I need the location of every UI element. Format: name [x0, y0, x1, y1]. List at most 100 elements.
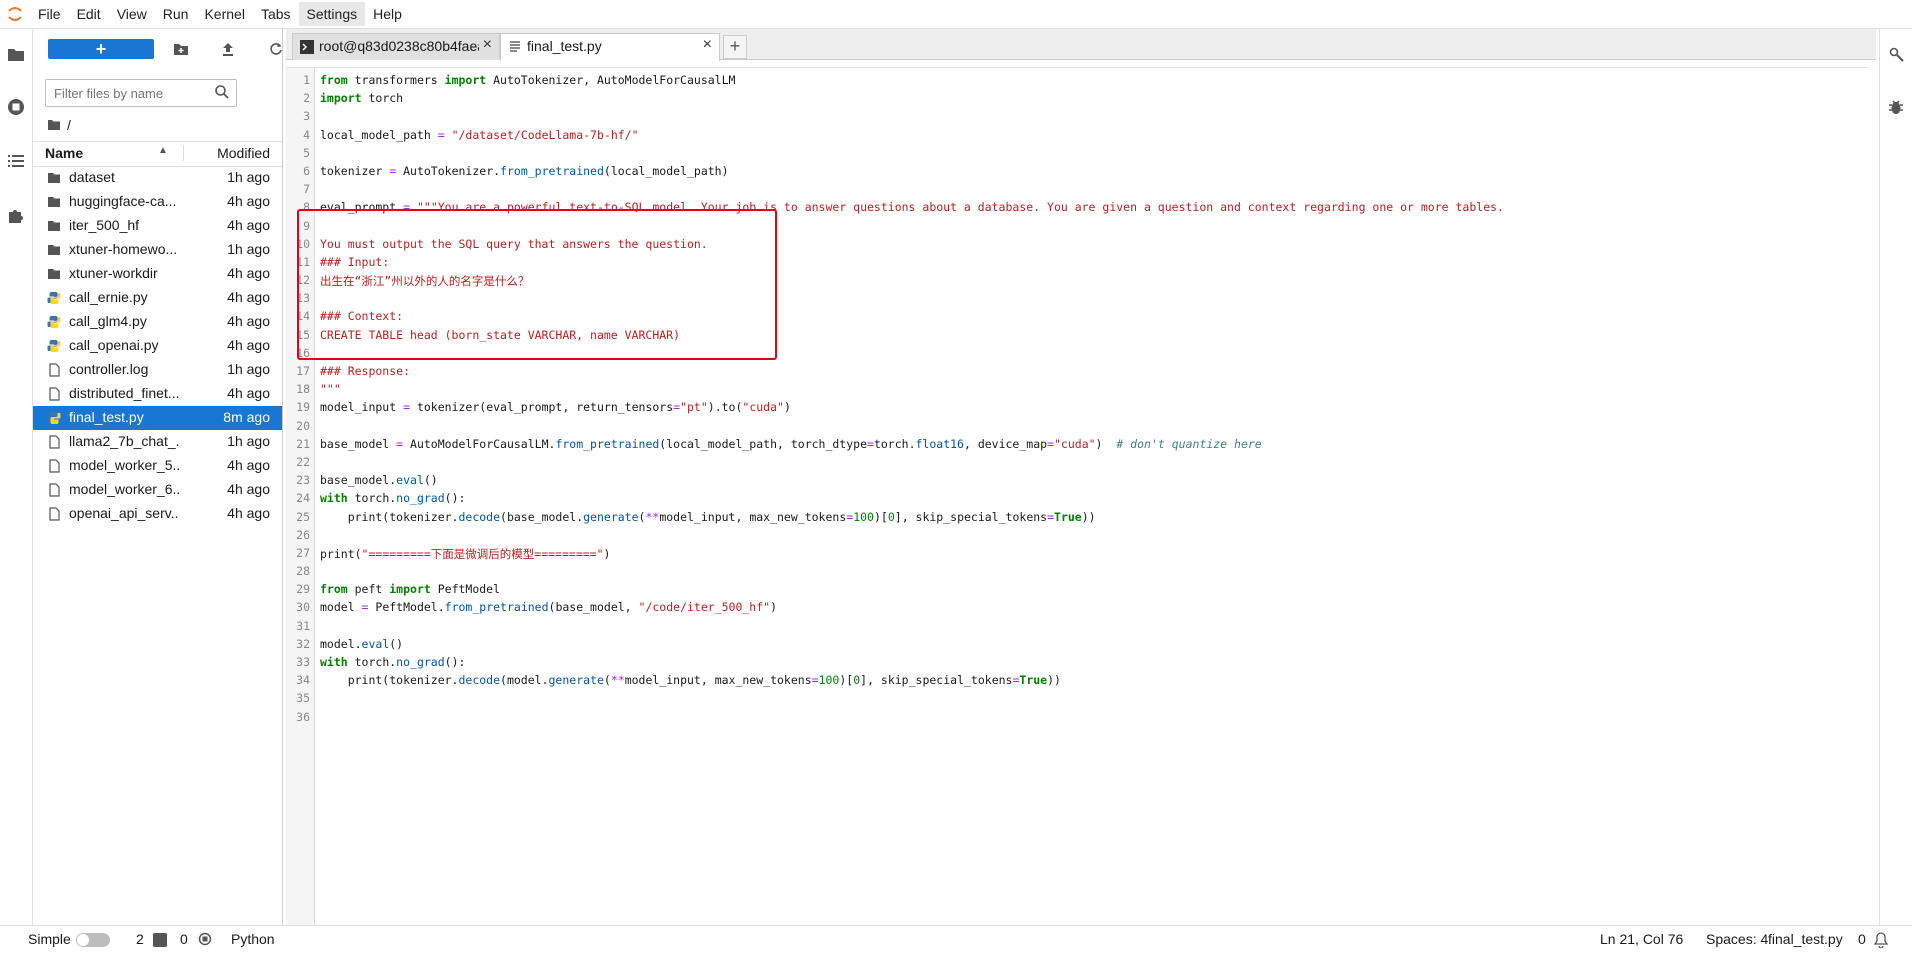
code-line: 34 print(tokenizer.decode(model.generate…	[296, 673, 1061, 688]
file-list-item[interactable]: xtuner-homewo... 1h ago	[33, 238, 282, 262]
running-sessions-icon[interactable]	[6, 97, 26, 117]
code-line: 6 tokenizer = AutoTokenizer.from_pretrain…	[303, 163, 729, 178]
code-line: 28	[296, 564, 310, 579]
menu-edit[interactable]: Edit	[69, 2, 109, 26]
add-tab-button[interactable]: +	[723, 35, 747, 59]
menu-settings[interactable]: Settings	[298, 2, 366, 26]
menu-help[interactable]: Help	[365, 2, 410, 26]
python-icon	[47, 316, 61, 328]
file-list-item[interactable]: iter_500_hf 4h ago	[33, 214, 282, 238]
code-content[interactable]: 1 from transformers import AutoTokenizer,…	[286, 73, 1868, 728]
python-icon	[47, 340, 61, 352]
file-list-item[interactable]: dataset 1h ago	[33, 166, 282, 190]
file-name: xtuner-workdir	[69, 265, 158, 281]
kernel-name[interactable]: Python	[231, 931, 275, 947]
code-line: 30 model = PeftModel.from_pretrained(base…	[296, 600, 778, 615]
file-list-item[interactable]: llama2_7b_chat_... 1h ago	[33, 430, 282, 454]
file-list-item[interactable]: model_worker_5... 4h ago	[33, 454, 282, 478]
notification-count[interactable]: 0	[1858, 931, 1866, 947]
file-name: model_worker_5...	[69, 457, 179, 473]
file-filter-input[interactable]	[52, 83, 206, 103]
file-modified: 4h ago	[227, 457, 270, 473]
left-sidebar	[0, 29, 33, 925]
tab-label: root@q83d0238c80b4faea	[319, 38, 479, 54]
new-launcher-button[interactable]: +	[48, 39, 154, 59]
table-of-contents-icon[interactable]	[6, 151, 26, 171]
menu-tabs[interactable]: Tabs	[253, 2, 299, 26]
file-list-item[interactable]: controller.log 1h ago	[33, 358, 282, 382]
right-sidebar	[1879, 29, 1912, 925]
menu-view[interactable]: View	[109, 2, 155, 26]
tab-terminal[interactable]: root@q83d0238c80b4faea ×	[292, 33, 500, 60]
tab-final-test[interactable]: final_test.py ×	[500, 33, 720, 61]
file-modified: 4h ago	[227, 193, 270, 209]
code-line: 24 with torch.no_grad():	[296, 491, 466, 506]
file-browser: + / Name ▲ Modified dataset 1h ago hugging…	[33, 29, 283, 925]
file-list-item[interactable]: openai_api_serv... 4h ago	[33, 502, 282, 526]
file-name: distributed_finet...	[69, 385, 179, 401]
highlight-box	[297, 209, 777, 360]
file-modified: 4h ago	[227, 289, 270, 305]
file-name: xtuner-homewo...	[69, 241, 178, 257]
code-line: 32 model.eval()	[296, 636, 404, 651]
kernel-count[interactable]: 0	[180, 931, 188, 947]
file-list-item[interactable]: call_openai.py 4h ago	[33, 334, 282, 358]
folder-icon[interactable]	[6, 44, 26, 64]
folder-icon	[48, 269, 60, 279]
breadcrumb: /	[47, 115, 71, 135]
menu-file[interactable]: File	[30, 2, 69, 26]
breadcrumb-path[interactable]: /	[67, 117, 71, 133]
file-modified: 4h ago	[227, 505, 270, 521]
file-icon	[49, 363, 60, 377]
file-list-item[interactable]: huggingface-ca... 4h ago	[33, 190, 282, 214]
file-modified: 4h ago	[227, 337, 270, 353]
sort-ascending-icon: ▲	[158, 145, 168, 156]
file-name: call_openai.py	[69, 337, 159, 353]
column-divider[interactable]	[183, 145, 184, 161]
terminal-icon	[300, 40, 314, 54]
code-editor[interactable]: 1 from transformers import AutoTokenizer,…	[286, 67, 1868, 925]
folder-icon	[48, 197, 60, 207]
home-folder-icon[interactable]	[47, 119, 61, 131]
indent-spaces[interactable]: Spaces: 4	[1706, 931, 1768, 947]
menu-kernel[interactable]: Kernel	[196, 2, 252, 26]
cursor-position[interactable]: Ln 21, Col 76	[1600, 931, 1683, 947]
code-line: 2 import torch	[303, 91, 404, 106]
new-folder-icon[interactable]	[169, 39, 193, 59]
file-filter-field[interactable]	[45, 79, 237, 107]
simple-mode-toggle[interactable]	[76, 933, 110, 947]
close-icon[interactable]: ×	[483, 36, 492, 54]
file-list-item[interactable]: model_worker_6... 4h ago	[33, 478, 282, 502]
debugger-icon[interactable]	[1886, 97, 1906, 117]
code-line: 20	[296, 418, 310, 433]
file-icon	[49, 459, 60, 473]
upload-icon[interactable]	[216, 39, 240, 59]
code-line: 17 ### Response:	[296, 364, 411, 378]
file-name: final_test.py	[69, 409, 144, 425]
file-modified: 1h ago	[227, 241, 270, 257]
close-icon[interactable]: ×	[703, 36, 712, 54]
bell-icon[interactable]	[1873, 932, 1889, 951]
refresh-icon[interactable]	[264, 39, 288, 59]
file-list-item[interactable]: call_glm4.py 4h ago	[33, 310, 282, 334]
code-line: 7	[303, 182, 310, 197]
file-list-item[interactable]: call_ernie.py 4h ago	[33, 286, 282, 310]
file-list-item[interactable]: distributed_finet... 4h ago	[33, 382, 282, 406]
modified-column-header[interactable]: Modified	[217, 145, 270, 161]
menu-bar: File Edit View Run Kernel Tabs Settings …	[0, 0, 1912, 29]
menu-run[interactable]: Run	[155, 2, 197, 26]
file-modified: 4h ago	[227, 313, 270, 329]
file-list-item[interactable]: xtuner-workdir 4h ago	[33, 262, 282, 286]
file-list-item[interactable]: final_test.py 8m ago	[33, 406, 282, 430]
file-list: dataset 1h ago huggingface-ca... 4h ago iter…	[33, 166, 282, 526]
property-inspector-icon[interactable]	[1886, 44, 1906, 64]
code-line: 29 from peft import PeftModel	[296, 582, 501, 597]
file-modified: 1h ago	[227, 169, 270, 185]
extension-manager-icon[interactable]	[6, 205, 26, 225]
file-list-header: Name ▲ Modified	[33, 141, 282, 167]
name-column-header[interactable]: Name	[45, 145, 83, 161]
code-line: 27 print("=========下面是微调后的模型=========")	[296, 545, 611, 561]
terminal-count[interactable]: 2	[136, 931, 144, 947]
file-modified: 4h ago	[227, 265, 270, 281]
file-name: huggingface-ca...	[69, 193, 177, 209]
